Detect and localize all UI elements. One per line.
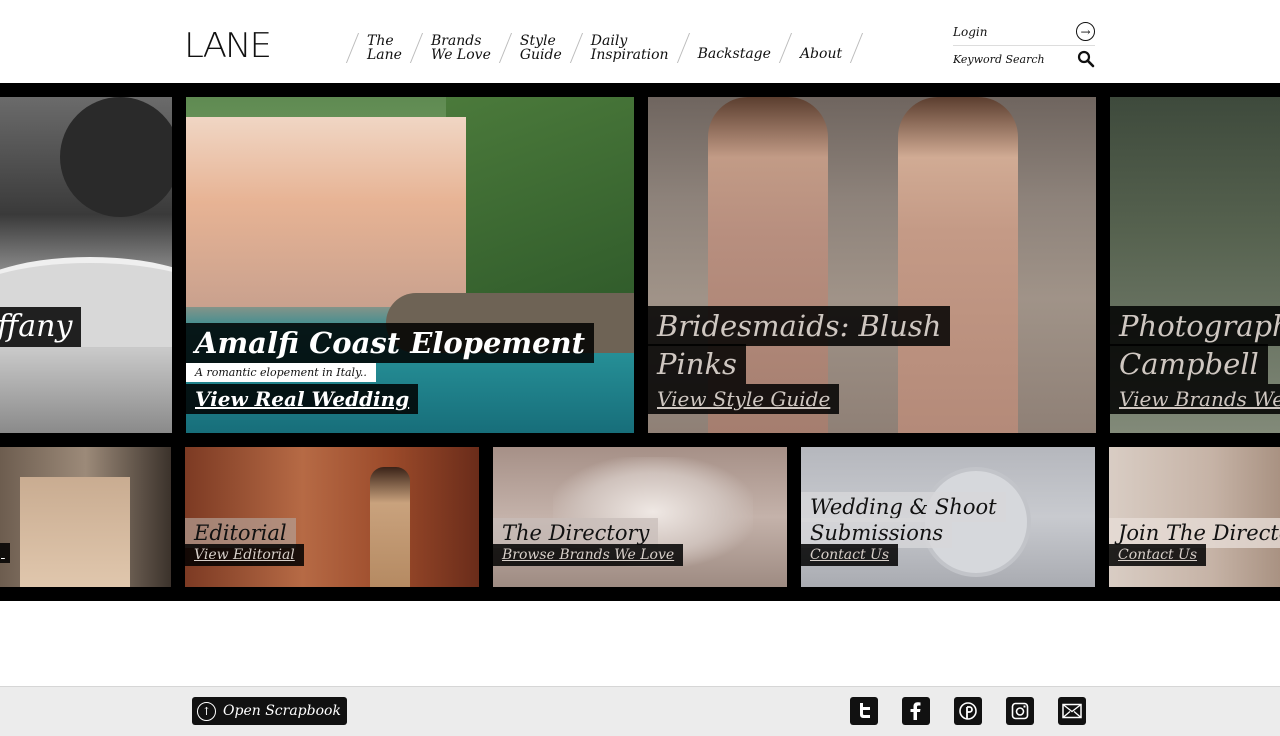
arrow-right-icon[interactable]: → [1076,22,1095,41]
runway-models-image [20,477,130,587]
open-scrapbook-label: Open Scrapbook [223,703,341,719]
nav-divider [498,33,512,63]
site-header: LANE The Lane Brands We Love Style Guide… [0,0,1280,83]
search-icon[interactable] [1077,50,1095,68]
nav-brands-we-love[interactable]: Brands We Love [431,34,491,62]
login-link[interactable]: Login [953,25,987,39]
hillside-image [446,97,634,317]
feature-partial-left-title: ffany [0,307,82,347]
model-right-image [898,97,1018,433]
email-icon[interactable] [1058,697,1086,725]
twitter-icon[interactable] [850,697,878,725]
nav-divider [850,33,864,63]
editorial-model-image [370,467,410,587]
pinterest-icon[interactable] [954,697,982,725]
amalfi-subtitle: A romantic elopement in Italy.. [186,363,376,382]
town-buildings-image [186,117,466,307]
facebook-icon[interactable] [902,697,930,725]
search-input[interactable] [953,52,1073,66]
feature-tile-bridesmaids[interactable]: Bridesmaids: Blush Pinks View Style Guid… [648,97,1096,433]
nav-backstage[interactable]: Backstage [698,35,771,61]
nav-divider [778,33,792,63]
feature-tile-partial-right[interactable]: Photograph Campbell View Brands We L [1110,97,1280,433]
partial-right-link[interactable]: View Brands We L [1110,384,1280,414]
partial-right-title-line2: Campbell [1110,344,1268,384]
login-row: Login → [953,18,1095,46]
nav-style-guide[interactable]: Style Guide [520,34,562,62]
footer-bar: ↑ Open Scrapbook [0,686,1280,736]
amalfi-link[interactable]: View Real Wedding [186,384,419,414]
search-row [953,48,1095,70]
nav-daily-inspiration[interactable]: Daily Inspiration [591,34,669,62]
nav-about[interactable]: About [800,35,842,61]
amalfi-title: Amalfi Coast Elopement [186,323,595,363]
nav-divider [569,33,583,63]
logo-text: LANE [184,26,272,66]
feature-strip: ffany Amalfi Coast Elopement A romantic … [0,83,1280,601]
directory-link[interactable]: Browse Brands We Love [493,544,684,566]
nav-divider [409,33,424,63]
join-link[interactable]: Contact Us [1109,544,1207,566]
editorial-link[interactable]: View Editorial [185,544,304,566]
tree-silhouette-image [60,97,172,217]
partial-right-title-line1: Photograph [1110,306,1280,346]
bridesmaids-link[interactable]: View Style Guide [648,384,840,414]
bottom-tile-submissions[interactable]: Wedding & Shoot Submissions Contact Us [801,447,1095,587]
submissions-link[interactable]: Contact Us [801,544,899,566]
open-scrapbook-button[interactable]: ↑ Open Scrapbook [192,697,347,725]
bottom-tile-directory[interactable]: The Directory Browse Brands We Love [493,447,787,587]
bottom-tile-editorial[interactable]: Editorial View Editorial [185,447,479,587]
lane-logo[interactable]: LANE [184,26,272,66]
feature-tile-partial-left[interactable]: ffany [0,97,172,433]
bridesmaids-title-line2: Pinks [648,344,746,384]
nav-divider [345,33,360,63]
bottom-tile-join[interactable]: Join The Directory Contact Us [1109,447,1280,587]
arrow-up-icon: ↑ [197,701,216,721]
nav-divider [676,33,690,63]
main-nav: The Lane Brands We Love Style Guide Dail… [338,30,871,66]
bottom-partial-left-link [0,543,10,563]
instagram-icon[interactable] [1006,697,1034,725]
feature-tile-amalfi[interactable]: Amalfi Coast Elopement A romantic elopem… [186,97,634,433]
bottom-tile-partial-left[interactable] [0,447,171,587]
nav-the-lane[interactable]: The Lane [367,34,402,62]
bridesmaids-title-line1: Bridesmaids: Blush [648,306,951,346]
